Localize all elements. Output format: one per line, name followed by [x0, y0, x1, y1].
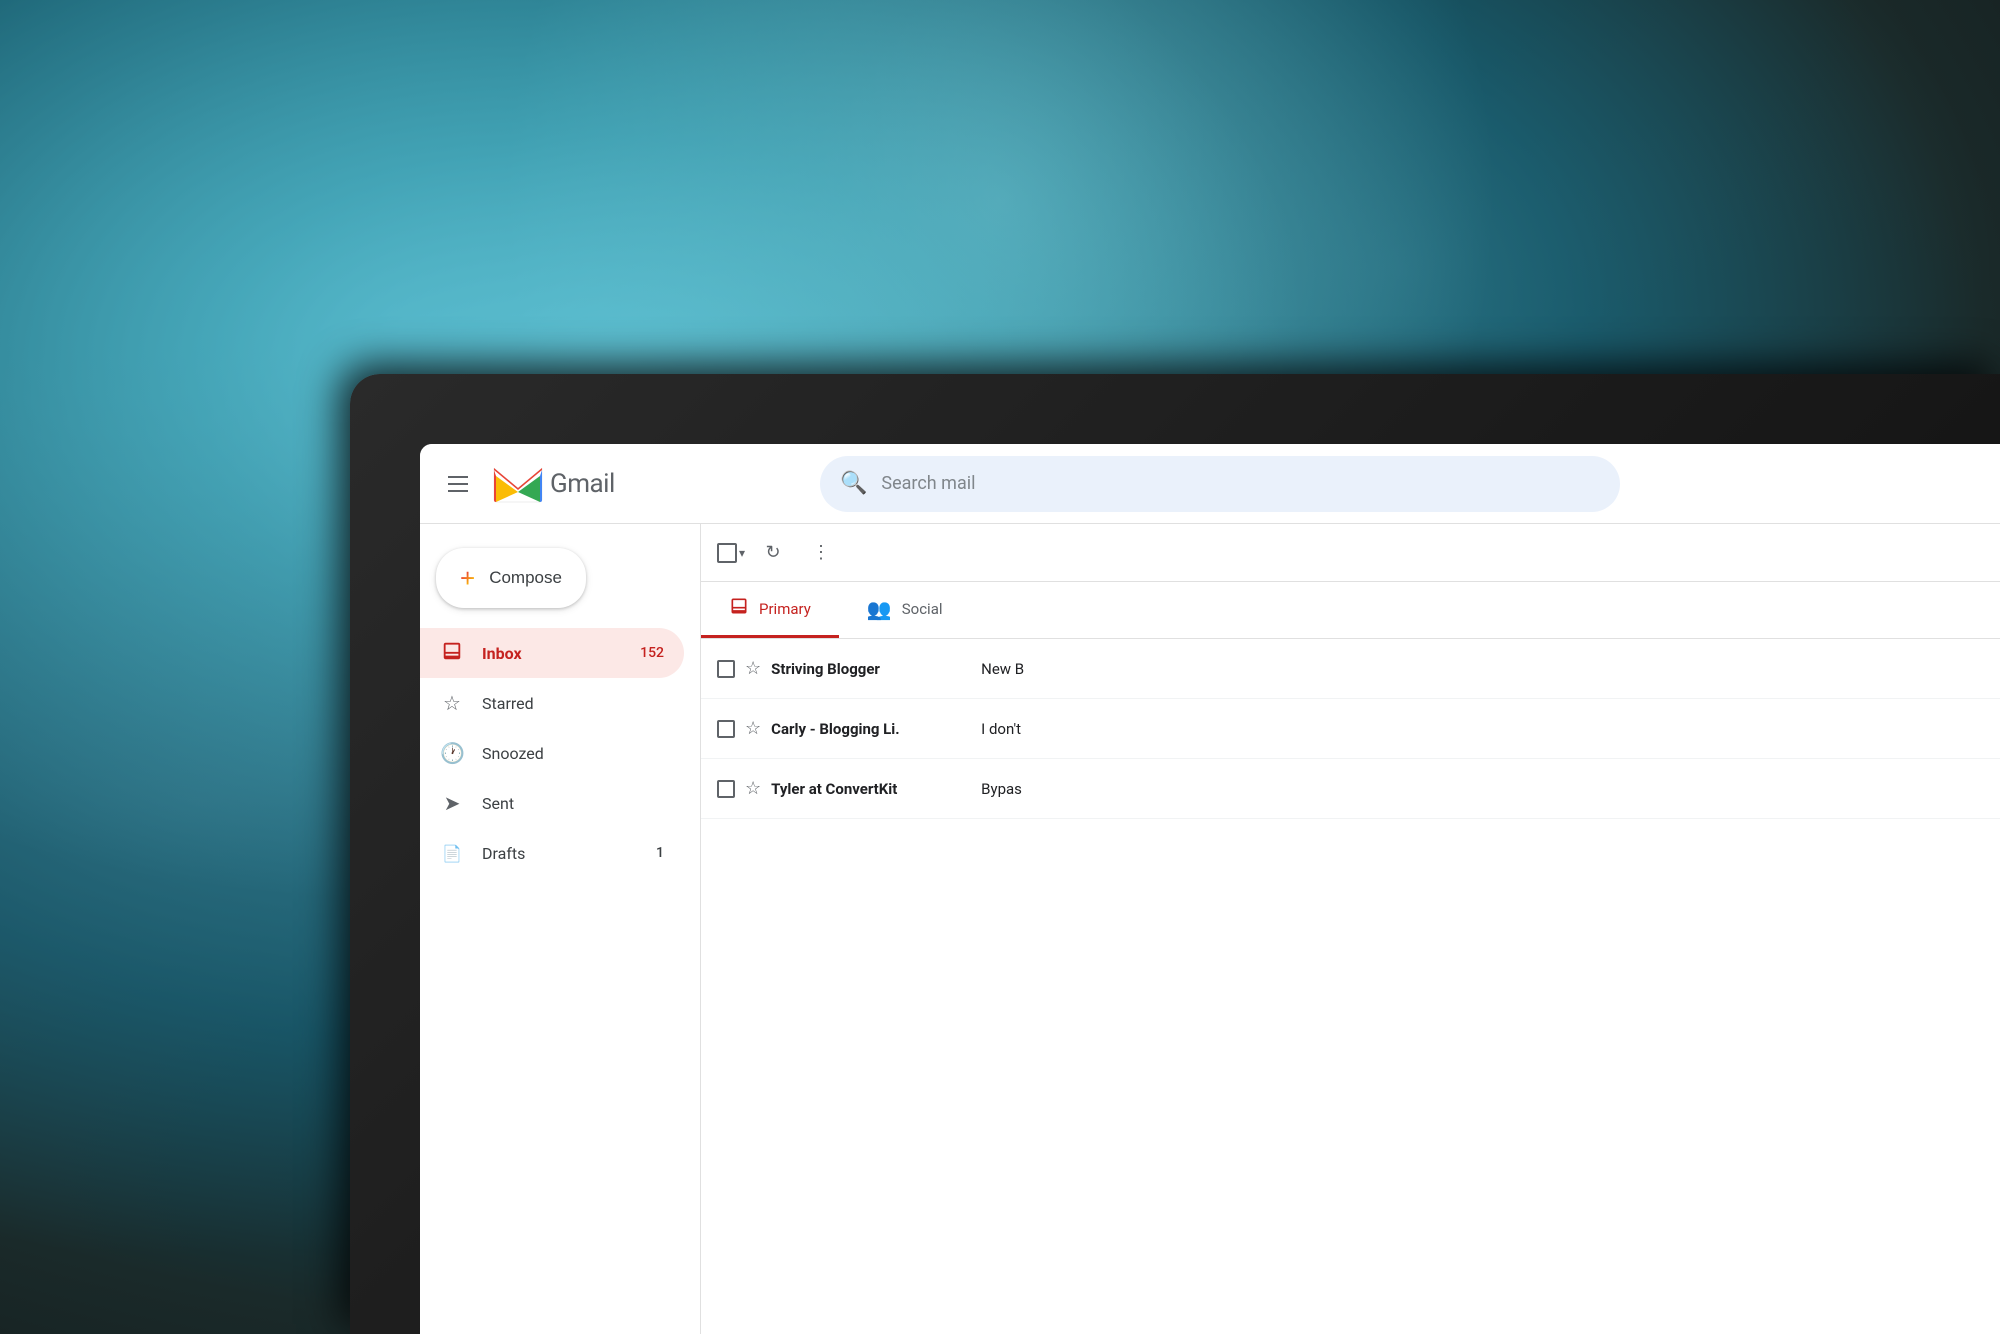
email-list-area: ▾ ↻ ⋮ [700, 524, 2000, 1334]
tab-social[interactable]: 👥 Social [839, 582, 971, 638]
email-preview-2: I don't [981, 720, 1984, 738]
email-preview-3: Bypas [981, 780, 1984, 798]
tabs-bar: Primary 👥 Social [701, 582, 2000, 639]
sidebar-item-sent[interactable]: ➤ Sent [420, 778, 684, 828]
inbox-icon [440, 640, 464, 667]
gmail-body: + Compose Inbox 152 ☆ Starred [420, 524, 2000, 1334]
starred-label: Starred [482, 694, 664, 713]
menu-button[interactable] [440, 466, 476, 502]
email-row[interactable]: ☆ Carly - Blogging Li. I don't [701, 699, 2000, 759]
select-dropdown[interactable]: ▾ [717, 543, 745, 563]
drafts-icon: 📄 [440, 844, 464, 863]
gmail-logo: Gmail [492, 464, 615, 504]
drafts-label: Drafts [482, 844, 638, 863]
star-icon-2[interactable]: ☆ [745, 718, 761, 739]
sidebar-item-inbox[interactable]: Inbox 152 [420, 628, 684, 678]
tab-primary[interactable]: Primary [701, 582, 839, 638]
select-all-checkbox[interactable] [717, 543, 737, 563]
compose-icon: + [460, 563, 475, 594]
compose-label: Compose [489, 568, 562, 588]
compose-button[interactable]: + Compose [436, 548, 586, 608]
gmail-m-icon [492, 464, 544, 504]
social-tab-label: Social [902, 600, 943, 618]
email-rows: ☆ Striving Blogger New B ☆ Carly - Blogg… [701, 639, 2000, 1334]
email-checkbox-1[interactable] [717, 660, 735, 678]
email-toolbar: ▾ ↻ ⋮ [701, 524, 2000, 582]
sender-name-1: Striving Blogger [771, 660, 971, 678]
laptop-bezel: Gmail 🔍 Search mail + Compose [350, 374, 2000, 1334]
sidebar-item-drafts[interactable]: 📄 Drafts 1 [420, 828, 684, 878]
inbox-badge: 152 [640, 645, 664, 661]
snoozed-label: Snoozed [482, 744, 664, 763]
inbox-label: Inbox [482, 644, 622, 663]
sidebar: + Compose Inbox 152 ☆ Starred [420, 524, 700, 1334]
email-row[interactable]: ☆ Striving Blogger New B [701, 639, 2000, 699]
email-preview-1: New B [981, 660, 1984, 678]
star-icon-1[interactable]: ☆ [745, 658, 761, 679]
header-left: Gmail [440, 464, 820, 504]
sidebar-item-starred[interactable]: ☆ Starred [420, 678, 684, 728]
search-placeholder: Search mail [881, 473, 1600, 494]
star-icon-3[interactable]: ☆ [745, 778, 761, 799]
email-row[interactable]: ☆ Tyler at ConvertKit Bypas [701, 759, 2000, 819]
more-icon: ⋮ [812, 542, 830, 563]
sender-name-2: Carly - Blogging Li. [771, 720, 971, 738]
gmail-header: Gmail 🔍 Search mail [420, 444, 2000, 524]
search-icon: 🔍 [840, 471, 867, 496]
clock-icon: 🕐 [440, 741, 464, 765]
social-tab-icon: 👥 [867, 597, 892, 621]
primary-tab-label: Primary [759, 600, 811, 618]
sender-name-3: Tyler at ConvertKit [771, 780, 971, 798]
refresh-icon: ↻ [765, 542, 780, 563]
select-dropdown-icon[interactable]: ▾ [739, 546, 745, 560]
email-checkbox-3[interactable] [717, 780, 735, 798]
drafts-badge: 1 [656, 845, 664, 861]
sidebar-item-snoozed[interactable]: 🕐 Snoozed [420, 728, 684, 778]
primary-tab-icon [729, 596, 749, 621]
email-checkbox-2[interactable] [717, 720, 735, 738]
send-icon: ➤ [440, 791, 464, 815]
more-options-button[interactable]: ⋮ [801, 533, 841, 573]
sent-label: Sent [482, 794, 664, 813]
refresh-button[interactable]: ↻ [753, 533, 793, 573]
search-bar[interactable]: 🔍 Search mail [820, 456, 1620, 512]
gmail-screen: Gmail 🔍 Search mail + Compose [420, 444, 2000, 1334]
gmail-wordmark: Gmail [550, 469, 615, 499]
star-icon: ☆ [440, 691, 464, 715]
